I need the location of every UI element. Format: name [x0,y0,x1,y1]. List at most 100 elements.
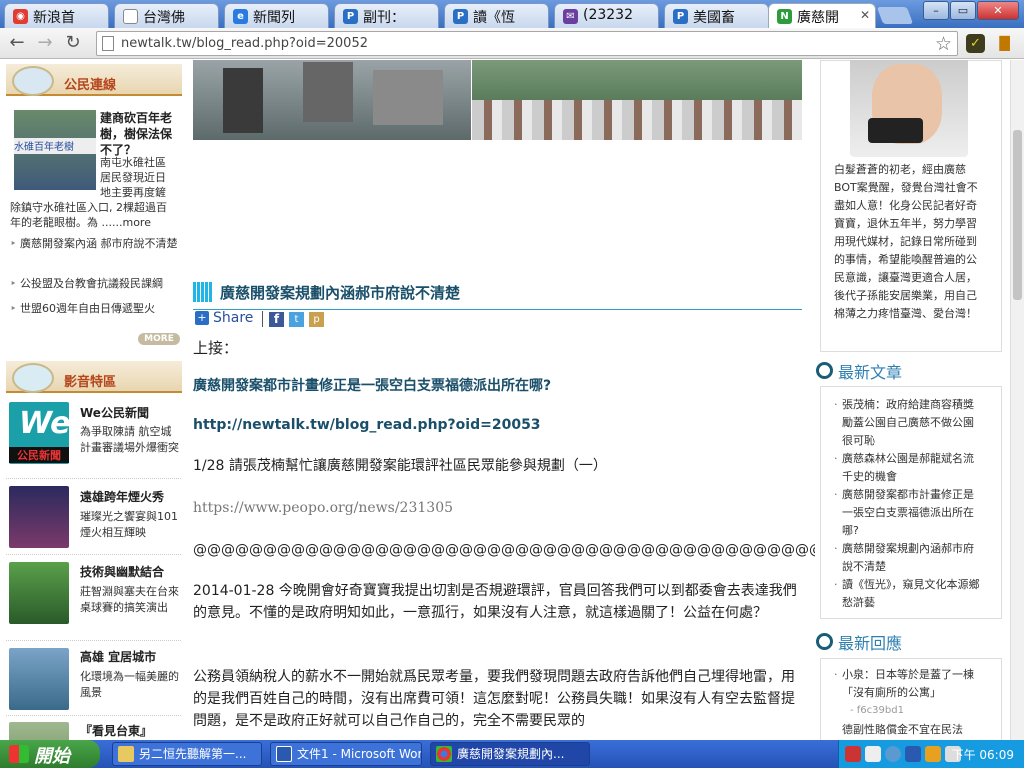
page-icon [102,36,114,51]
newtalk-icon: N [777,9,792,24]
facebook-icon[interactable]: f [269,312,284,327]
taskbar-item-active[interactable]: 廣慈開發案規劃內... [430,742,590,766]
share-button[interactable]: Share [213,310,253,326]
minimize-button[interactable]: – [923,1,949,20]
plurk-icon[interactable]: p [309,312,324,327]
article-opening: 上接： [193,339,239,357]
divider [6,478,181,479]
latest-reply-link[interactable]: 小泉：日本等於是蓋了一棟「沒有廁所的公寓」 [834,666,982,702]
divider [6,640,181,641]
video-thumbnail[interactable] [9,486,69,548]
chrome-icon [436,746,452,762]
summary-line: 居民發現近日 [100,171,166,184]
reply-id: - f6c39bd1 [850,705,904,716]
citizen-section-title: 公民連線 [64,78,117,93]
taskbar-item-label: 廣慈開發案規劃內... [457,747,565,761]
video-thumbnail[interactable] [9,722,69,740]
camera-shape [868,118,923,143]
peopo-url[interactable]: https://www.peopo.org/news/231305 [193,497,453,519]
citizen-headline[interactable]: 建商砍百年老樹，樹保法保不了？ [100,110,180,158]
start-button[interactable]: 開始 [0,740,100,768]
author-photo [850,60,968,157]
browser-tab-2[interactable]: 台灣佛 [114,3,219,28]
video-thumbnail[interactable] [9,648,69,710]
ime-icon[interactable] [845,746,861,762]
video-title[interactable]: We公民新聞 [80,404,149,421]
summary-line: 地主要再度鏟 [100,186,166,199]
back-nav-icon[interactable] [885,746,901,762]
summary-line[interactable]: 年的老龍眼樹。為 ......more [10,215,186,230]
citizen-summary-top: 南屯水碓社區 居民發現近日 地主要再度鏟 [100,155,182,200]
citizen-link[interactable]: 世盟60週年自由日傳遞聖火 [10,300,182,318]
extension-icon[interactable]: ✓ [966,34,985,53]
mail-icon: ✉ [563,9,578,24]
share-plus-icon[interactable]: + [195,311,209,325]
tab-bar: ◉ 新浪首 台灣佛 e 新聞列 P 副刊： P 讀《恆 ✉ (23232 P 美… [0,0,1024,28]
article-caption: 廣慈開發案規劃內涵郝市府說不清楚 [220,284,461,302]
news-thumbnail[interactable]: 水碓百年老樹 [14,110,96,190]
taskbar-item[interactable]: 文件1 - Microsoft Word [270,742,422,766]
building-shape [303,62,353,122]
browser-tab-3[interactable]: e 新聞列 [224,3,329,28]
forward-arrow-icon[interactable]: → [34,32,56,54]
citizen-summary-bottom: 除鎮守水碓社區入口, 2棵超過百 年的老龍眼樹。為 ......more [10,200,186,230]
menu-icon[interactable]: ▬ ▬ ▬ [998,31,1014,55]
close-window-button[interactable]: ✕ [977,1,1019,20]
grid-icon [193,282,213,302]
browser-tab-7[interactable]: P 美國畜 [664,3,769,28]
browser-tab-5[interactable]: P 讀《恆 [444,3,549,28]
ie-icon: e [233,9,248,24]
video-desc: 莊智淵與塞夫在台來桌球賽的搞笑演出 [80,585,179,614]
address-bar[interactable]: newtalk.tw/blog_read.php?oid=20052 ☆ [96,31,958,56]
tray-app-icon[interactable] [925,746,941,762]
new-tab-button[interactable] [876,7,914,24]
word-icon [276,746,292,762]
vertical-scrollbar[interactable] [1010,60,1024,740]
browser-tab-6[interactable]: ✉ (23232 [554,3,659,28]
latest-article-link[interactable]: 廣慈開發案都市計畫修正是一張空白支票福德派出所在哪? [834,486,982,540]
article-link-title[interactable]: 廣慈開發案都市計畫修正是一張空白支票福德派出所在哪? [193,375,551,397]
video-title[interactable]: 遠雄跨年煙火秀 [80,488,164,505]
divider [6,715,181,716]
latest-article-link[interactable]: 廣慈開發案規劃內涵郝市府說不清楚 [834,540,982,576]
citizen-link[interactable]: 廣慈開發案內涵 郝市府說不清楚 [10,235,182,253]
p-icon: P [673,9,688,24]
article-note-line: 1/28 請張茂楠幫忙讓廣慈開發案能環評社區民眾能參與規劃（一） [193,458,607,474]
back-arrow-icon[interactable]: ← [6,32,28,54]
summary-line: 南屯水碓社區 [100,156,166,169]
video-thumbnail[interactable] [9,562,69,624]
taskbar-clock: 下午 06:09 [951,748,1014,762]
video-title[interactable]: 高雄 宜居城市 [80,648,156,665]
latest-reply-link[interactable]: 德副性賂償金不宜在民法 [842,721,982,739]
video-desc: 化環境為一幅美麗的風景 [80,670,179,699]
latest-article-link[interactable]: 張茂楠：政府給建商容積獎勵蓋公園自己廣慈不做公園很可恥 [834,396,982,450]
browser-tab-1[interactable]: ◉ 新浪首 [4,3,109,28]
caption-underline [193,309,802,310]
taskbar-item-label: 另二恒先聽解第一... [139,747,247,761]
latest-article-link[interactable]: 廣慈森林公園是郝龍斌名流千史的機會 [834,450,982,486]
network-icon[interactable] [905,746,921,762]
video-title[interactable]: 『看見台東』 [80,722,152,739]
article-paragraph: 2014-01-28 今晚開會好奇寶寶我提出切割是否規避環評，官員回答我們可以到… [193,583,797,621]
p-icon: P [453,9,468,24]
article-link-url[interactable]: http://newtalk.tw/blog_read.php?oid=2005… [193,414,541,436]
video-title[interactable]: 技術與幽默結合 [80,563,164,580]
citizen-link[interactable]: 公投盟及台教會抗議殺民課綱 [10,275,182,293]
close-tab-icon[interactable]: ✕ [860,8,870,22]
reload-icon[interactable]: ↻ [62,32,84,54]
building-shape [373,70,443,125]
browser-tab-active[interactable]: N 廣慈開 ✕ [768,3,876,28]
twitter-icon[interactable]: t [289,312,304,327]
tray-app-icon[interactable] [865,746,881,762]
maximize-button[interactable]: ▭ [950,1,976,20]
tv-icon [12,363,54,393]
taskbar-item[interactable]: 另二恒先聽解第一... [112,742,262,766]
more-button[interactable]: MORE [138,333,180,345]
browser-tab-4[interactable]: P 副刊： [334,3,439,28]
latest-article-link[interactable]: 讀《恆光》，窺見文化本源鄉愁滸藝 [834,576,982,612]
page-viewport: 公民連線 水碓百年老樹 建商砍百年老樹，樹保法保不了？ 南屯水碓社區 居民發現近… [0,60,1010,740]
bookmark-star-icon[interactable]: ☆ [935,33,952,55]
scrollbar-thumb[interactable] [1013,130,1022,300]
video-section-header: 影音特區 [6,361,182,393]
video-thumbnail[interactable]: We 公民新聞 [9,402,71,464]
